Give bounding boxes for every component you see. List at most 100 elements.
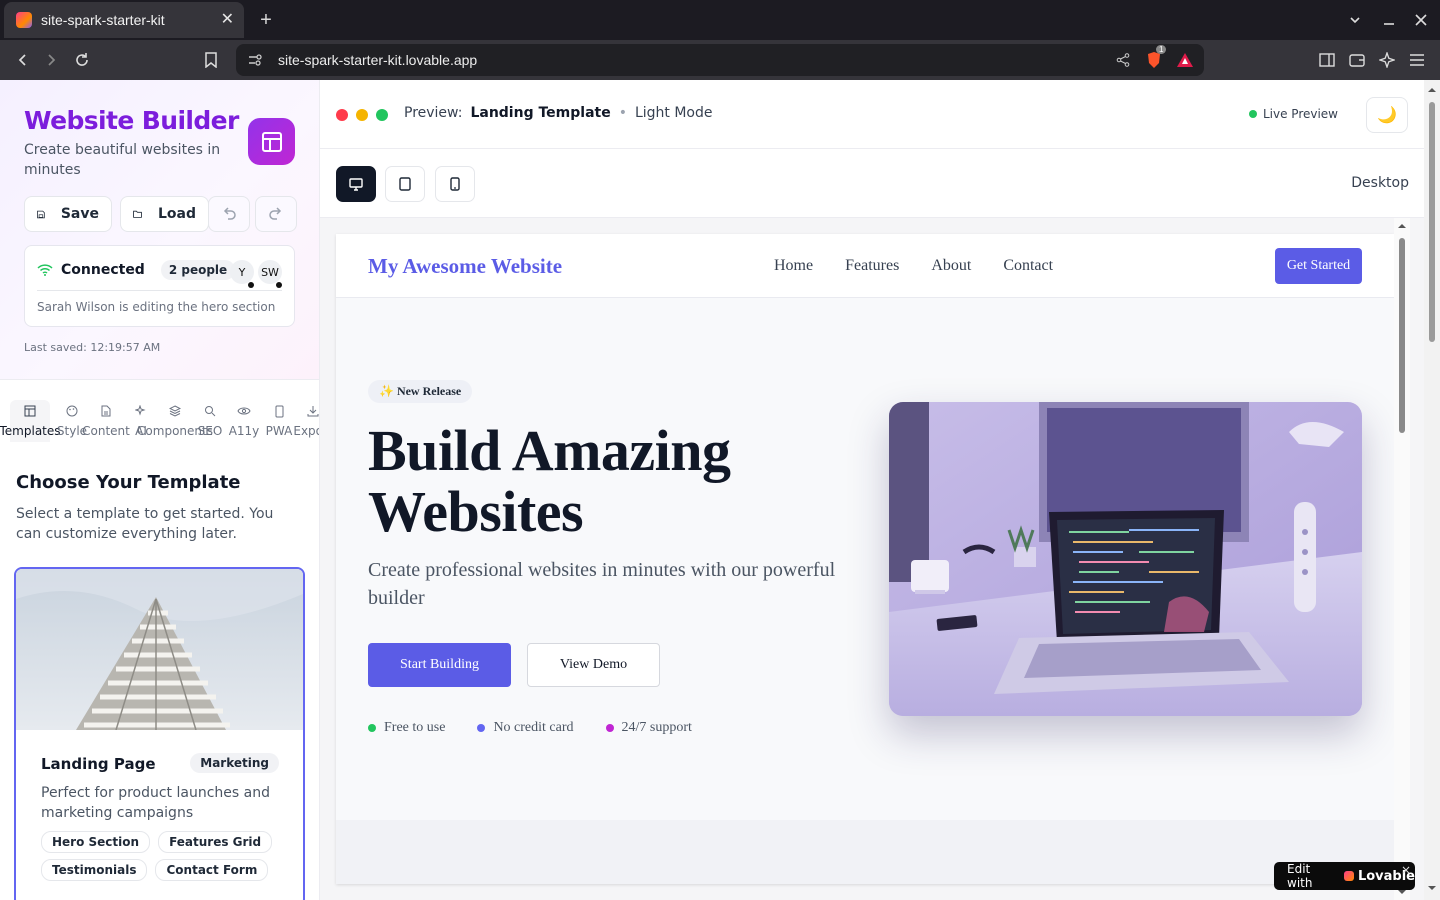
hero-subtitle: Create professional websites in minutes … bbox=[368, 559, 836, 609]
window-dots bbox=[336, 109, 388, 121]
next-section bbox=[336, 820, 1394, 884]
dark-mode-toggle[interactable]: 🌙 bbox=[1366, 97, 1408, 133]
hero-title: Build Amazing Websites bbox=[368, 418, 731, 544]
preview-pane: Preview: Landing Template • Light Mode L… bbox=[320, 80, 1424, 900]
page-scrollbar[interactable] bbox=[1424, 80, 1440, 900]
template-description: Perfect for product launches and marketi… bbox=[41, 785, 270, 821]
load-button[interactable]: Load bbox=[120, 196, 209, 232]
wallet-icon[interactable] bbox=[1346, 48, 1368, 72]
template-tag: Testimonials bbox=[41, 859, 148, 881]
preview-scrollbar[interactable] bbox=[1394, 218, 1410, 900]
address-bar[interactable]: site-spark-starter-kit.lovable.app 1 bbox=[236, 44, 1204, 76]
site-settings-icon[interactable] bbox=[248, 53, 262, 67]
website-preview: My Awesome Website Home Features About C… bbox=[336, 234, 1394, 884]
leo-ai-icon[interactable] bbox=[1376, 48, 1398, 72]
tab-close-icon[interactable]: ✕ bbox=[221, 12, 234, 28]
browser-toolbar: site-spark-starter-kit.lovable.app 1 bbox=[0, 40, 1440, 80]
start-building-button[interactable]: Start Building bbox=[368, 643, 511, 687]
forward-icon[interactable] bbox=[40, 48, 62, 72]
yellow-dot bbox=[356, 109, 368, 121]
load-label: Load bbox=[157, 206, 196, 222]
nav-link-contact[interactable]: Contact bbox=[1003, 257, 1053, 275]
wifi-icon bbox=[37, 264, 53, 276]
close-icon[interactable]: × bbox=[1401, 863, 1411, 877]
template-thumbnail-image bbox=[16, 569, 303, 730]
site-navbar: My Awesome Website Home Features About C… bbox=[336, 234, 1394, 298]
avatar[interactable]: SW bbox=[258, 260, 282, 288]
eye-icon bbox=[237, 400, 251, 422]
green-dot bbox=[376, 109, 388, 121]
bookmark-icon[interactable] bbox=[200, 48, 222, 72]
tab-templates[interactable]: Templates bbox=[0, 400, 61, 442]
hero-features: Free to use No credit card 24/7 support bbox=[368, 720, 692, 736]
back-icon[interactable] bbox=[12, 48, 34, 72]
save-button[interactable]: Save bbox=[24, 196, 112, 232]
new-tab-icon[interactable]: + bbox=[254, 8, 278, 32]
template-tags: Hero Section Features Grid Testimonials … bbox=[41, 831, 291, 881]
choose-template-title: Choose Your Template bbox=[16, 472, 241, 493]
template-tag: Contact Form bbox=[155, 859, 269, 881]
tool-tabs: Templates Style Content AI Components SE… bbox=[0, 400, 319, 442]
brave-shields-icon[interactable]: 1 bbox=[1146, 45, 1167, 69]
tab-export[interactable]: Export bbox=[293, 400, 319, 442]
redo-icon bbox=[269, 207, 282, 220]
preview-mode: Light Mode bbox=[634, 105, 713, 121]
brave-rewards-icon[interactable] bbox=[1176, 52, 1194, 68]
nav-link-features[interactable]: Features bbox=[845, 257, 899, 275]
edit-with-lovable-badge[interactable]: Edit with Lovable × bbox=[1274, 862, 1415, 890]
new-release-badge: ✨ New Release bbox=[368, 380, 473, 403]
app-subtitle: Create beautiful websites in minutes bbox=[24, 142, 221, 178]
view-demo-button[interactable]: View Demo bbox=[527, 643, 660, 687]
redo-button[interactable] bbox=[255, 196, 297, 232]
template-category-badge: Marketing bbox=[190, 753, 279, 773]
browser-tab-bar: site-spark-starter-kit ✕ + bbox=[0, 0, 1440, 40]
lovable-favicon-icon bbox=[16, 12, 32, 28]
sidebar-header: Website Builder Create beautiful website… bbox=[0, 80, 319, 380]
sidebar-toggle-icon[interactable] bbox=[1316, 48, 1338, 72]
folder-open-icon bbox=[133, 210, 142, 218]
browser-tab[interactable]: site-spark-starter-kit ✕ bbox=[4, 2, 244, 38]
sparkles-icon bbox=[135, 400, 147, 422]
template-card-landing-page[interactable]: Landing Page Marketing Perfect for produ… bbox=[14, 567, 305, 900]
smartphone-icon bbox=[450, 177, 460, 191]
connection-status: Connected bbox=[61, 262, 145, 278]
collaborator-avatars: Y SW bbox=[230, 260, 282, 288]
divider bbox=[37, 290, 282, 291]
get-started-button[interactable]: Get Started bbox=[1275, 248, 1362, 284]
tab-a11y[interactable]: A11y bbox=[224, 400, 264, 442]
moon-icon: 🌙 bbox=[1377, 107, 1397, 124]
preview-title: Preview: Landing Template • Light Mode bbox=[404, 105, 713, 121]
undo-button[interactable] bbox=[208, 196, 250, 232]
collab-activity-text: Sarah Wilson is editing the hero section bbox=[37, 300, 276, 314]
search-icon bbox=[204, 400, 216, 422]
reload-icon[interactable] bbox=[71, 48, 93, 72]
tab-content[interactable]: Content bbox=[82, 400, 130, 442]
tablet-icon bbox=[399, 177, 411, 191]
tablet-view-button[interactable] bbox=[385, 166, 425, 202]
mobile-view-button[interactable] bbox=[435, 166, 475, 202]
avatar[interactable]: Y bbox=[230, 260, 254, 288]
feature-item: 24/7 support bbox=[605, 720, 692, 736]
choose-template-subtitle: Select a template to get started. You ca… bbox=[16, 506, 274, 542]
tab-components[interactable]: Components bbox=[137, 400, 213, 442]
lovable-heart-icon bbox=[1344, 871, 1354, 881]
live-preview-indicator: Live Preview bbox=[1248, 107, 1338, 121]
share-icon[interactable] bbox=[1116, 53, 1130, 67]
palette-icon bbox=[66, 400, 78, 422]
app-page: Website Builder Create beautiful website… bbox=[0, 80, 1440, 900]
menu-icon[interactable] bbox=[1406, 48, 1428, 72]
template-name: Landing Page bbox=[41, 755, 156, 773]
feature-item: Free to use bbox=[368, 720, 445, 736]
live-dot bbox=[1248, 110, 1257, 118]
site-logo[interactable]: My Awesome Website bbox=[368, 254, 562, 279]
nav-link-home[interactable]: Home bbox=[774, 257, 813, 275]
minimize-icon[interactable] bbox=[1378, 8, 1400, 32]
tab-list-chevron-icon[interactable] bbox=[1344, 8, 1366, 32]
nav-link-about[interactable]: About bbox=[931, 257, 971, 275]
undo-icon bbox=[223, 207, 236, 220]
desktop-view-button[interactable] bbox=[336, 166, 376, 202]
layout-icon bbox=[24, 400, 36, 422]
close-window-icon[interactable] bbox=[1410, 8, 1432, 32]
layers-icon bbox=[169, 400, 181, 422]
site-nav-links: Home Features About Contact bbox=[774, 257, 1053, 275]
